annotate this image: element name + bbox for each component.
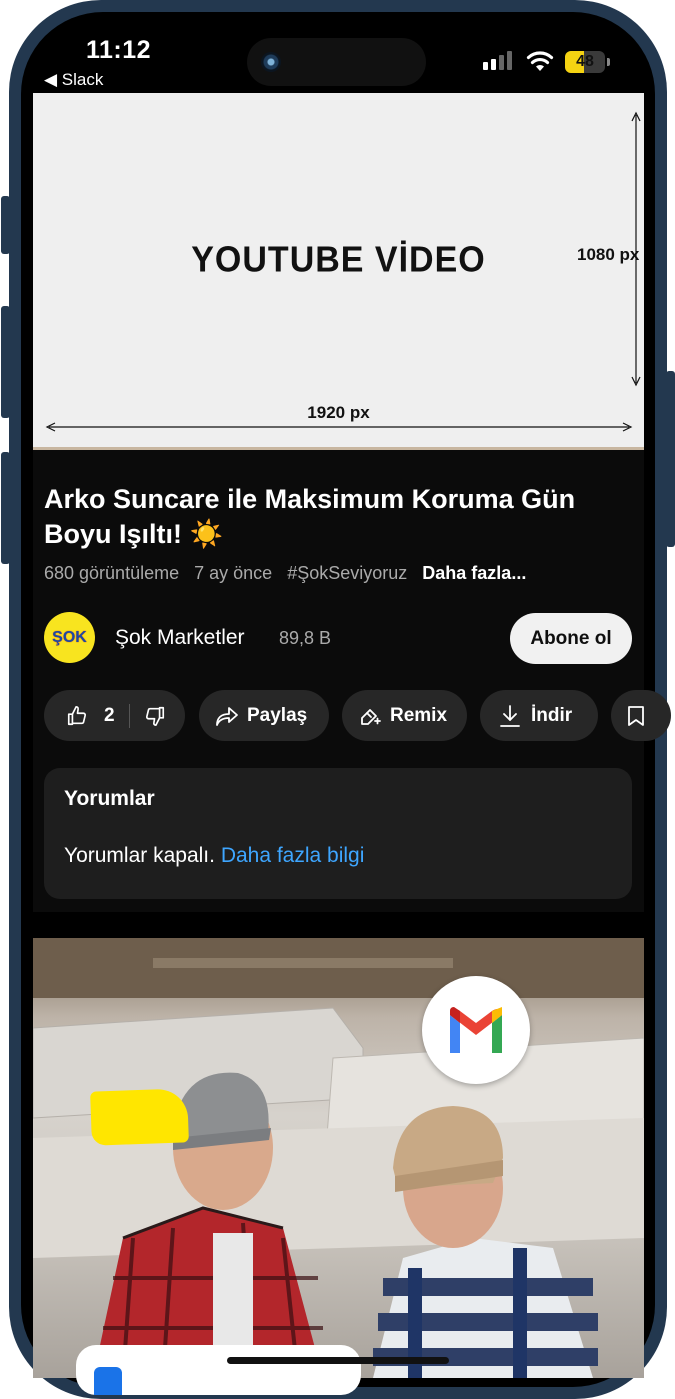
upload-age: 7 ay önce [194,563,273,583]
thumbs-up-icon [67,705,87,725]
like-button[interactable]: 2 [44,705,115,727]
video-title: Arko Suncare ile Maksimum Koruma Gün Boy… [44,484,576,549]
yellow-highlight [90,1088,189,1146]
remix-label: Remix [390,704,448,726]
avatar-logo-text: ŞOK [52,628,87,646]
hashtag[interactable]: #ŞokSeviyoruz [287,563,407,583]
ad-cta-card[interactable] [76,1345,361,1395]
battery-icon: 48 [565,51,605,73]
video-details: Arko Suncare ile Maksimum Koruma Gün Boy… [33,450,671,912]
like-count: 2 [104,704,115,726]
dimension-arrows [33,111,644,450]
comments-heading: Yorumlar [64,787,155,810]
more-link[interactable]: Daha fazla... [422,563,526,583]
channel-avatar[interactable]: ŞOK [44,612,95,663]
video-player[interactable]: YOUTUBE VİDEO 1080 px 1920 px [33,93,644,450]
bookmark-icon [628,705,644,726]
save-button[interactable] [611,690,671,741]
channel-name[interactable]: Şok Marketler [115,626,245,650]
download-button[interactable]: İndir [480,690,598,741]
back-to-slack-link[interactable]: ◀ Slack [44,70,103,90]
like-dislike-chip: 2 [44,690,185,741]
subscriber-count: 89,8 B [279,628,332,648]
home-indicator[interactable] [227,1357,449,1364]
remix-button[interactable]: Remix [342,690,467,741]
gmail-icon [450,1007,502,1053]
comments-disabled-text: Yorumlar kapalı. [64,844,215,867]
camera-icon [261,52,281,72]
download-label: İndir [531,704,573,726]
comments-panel[interactable]: Yorumlar Yorumlar kapalı. Daha fazla bil… [44,768,632,899]
power-button [666,371,675,547]
battery-tip [607,58,610,66]
share-icon [216,706,238,726]
view-count: 680 görüntüleme [44,563,180,583]
status-time: 11:12 [86,36,152,64]
dynamic-island [247,38,426,86]
chip-divider [128,703,130,728]
ad-photo-illustration [33,938,644,1378]
ad-cta-icon [94,1367,122,1395]
share-label: Paylaş [247,704,308,726]
share-button[interactable]: Paylaş [199,690,329,741]
dislike-button[interactable] [144,705,166,727]
battery-level: 48 [576,53,594,70]
cellular-signal-icon [483,51,512,70]
download-icon [500,704,520,727]
subscribe-button[interactable]: Abone ol [510,613,632,664]
learn-more-link[interactable]: Daha fazla bilgi [221,844,365,867]
thumbs-down-icon [145,706,164,726]
video-meta[interactable]: 680 görüntüleme 7 ay önce #ŞokSeviyoruz … [44,563,526,584]
comments-status: Yorumlar kapalı. Daha fazla bilgi [64,844,364,868]
wifi-icon [526,51,554,71]
remix-icon [361,708,381,725]
promoted-ad-image[interactable] [33,938,644,1378]
gmail-logo [422,976,530,1084]
